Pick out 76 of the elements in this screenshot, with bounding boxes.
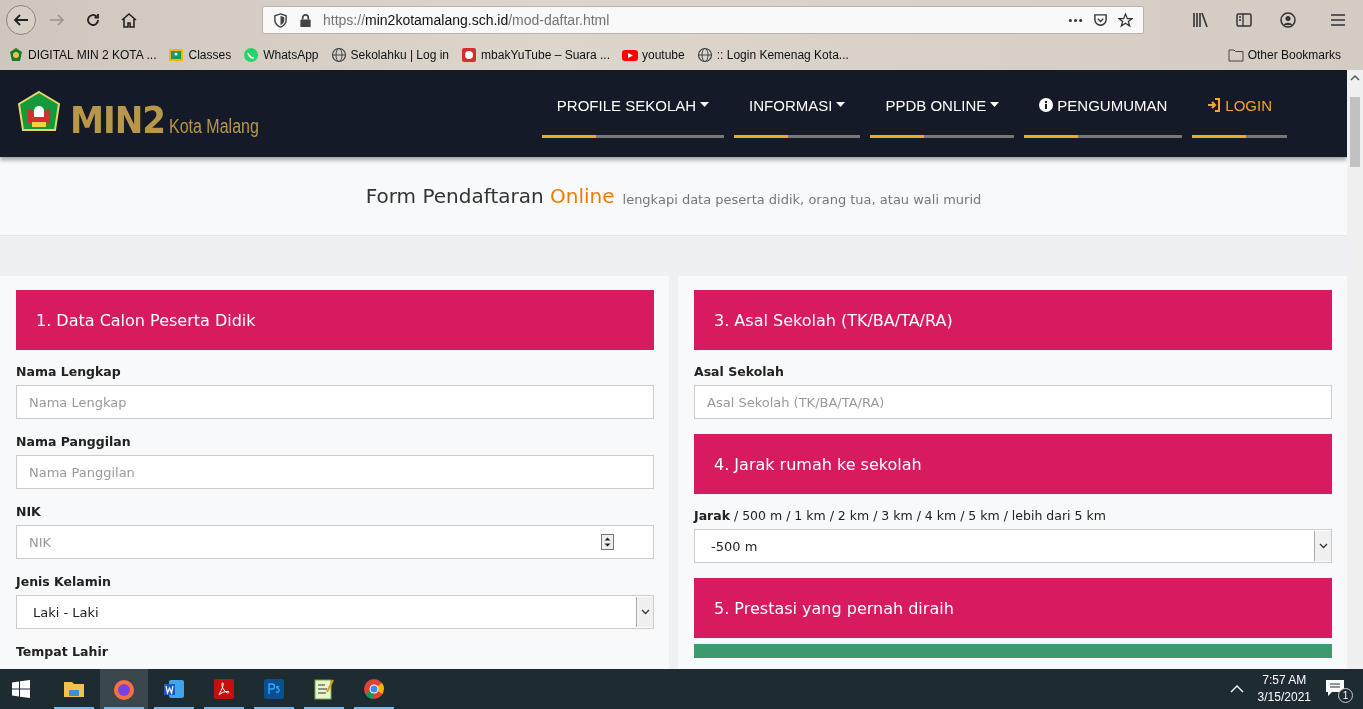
classroom-icon bbox=[168, 47, 185, 63]
text-field[interactable]: Nama Panggilan bbox=[16, 455, 654, 489]
field-label: NIK bbox=[16, 504, 42, 519]
field-label: Asal Sekolah bbox=[694, 364, 785, 379]
number-field[interactable]: NIK bbox=[16, 525, 654, 559]
chevron-up-icon[interactable] bbox=[1229, 685, 1244, 693]
sidebar-icon[interactable] bbox=[1235, 11, 1253, 29]
caret-icon bbox=[836, 102, 846, 108]
globe-icon bbox=[696, 47, 713, 63]
bookmark-item[interactable]: youtube bbox=[622, 47, 685, 63]
firefox-icon[interactable] bbox=[112, 677, 136, 701]
scroll-thumb[interactable] bbox=[1350, 97, 1360, 167]
url-text: https://min2kotamalang.sch.id/mod-daftar.html bbox=[323, 12, 611, 28]
lock-icon[interactable] bbox=[298, 12, 313, 28]
logo-text: MIN2 bbox=[70, 100, 166, 139]
globe-icon bbox=[330, 47, 347, 63]
acrobat-icon[interactable] bbox=[212, 677, 236, 701]
caret-icon bbox=[700, 102, 710, 108]
nav-link[interactable]: LOGIN bbox=[1192, 89, 1287, 138]
windows-icon bbox=[12, 680, 30, 698]
field-label: Tempat Lahir bbox=[16, 644, 109, 659]
field-label: Jenis Kelamin bbox=[16, 574, 112, 589]
chevron-down-icon bbox=[1318, 543, 1328, 549]
section-header: 3. Asal Sekolah (TK/BA/TA/RA) bbox=[694, 290, 1332, 350]
shield-icon[interactable] bbox=[273, 12, 288, 28]
avatar-icon bbox=[461, 47, 478, 63]
nav-link[interactable]: INFORMASI bbox=[734, 89, 861, 138]
bookmark-item[interactable]: DIGITAL MIN 2 KOTA ... bbox=[8, 47, 157, 63]
chevron-down-icon bbox=[640, 609, 650, 615]
star-icon[interactable] bbox=[1118, 12, 1133, 28]
bookmark-item[interactable]: WhatsApp bbox=[243, 47, 319, 63]
text-field[interactable]: Asal Sekolah (TK/BA/TA/RA) bbox=[694, 385, 1332, 419]
other-bookmarks[interactable]: Other Bookmarks bbox=[1227, 47, 1341, 63]
page-title: Form Pendaftaran Online bbox=[365, 184, 615, 208]
address-bar[interactable]: https://min2kotamalang.sch.id/mod-daftar.html bbox=[262, 6, 1144, 34]
section-header: 1. Data Calon Peserta Didik bbox=[16, 290, 654, 350]
menu-icon[interactable] bbox=[1329, 11, 1347, 29]
home-icon bbox=[120, 11, 138, 29]
chrome-icon[interactable] bbox=[362, 677, 386, 701]
notification-count: 1 bbox=[1338, 688, 1353, 703]
login-icon bbox=[1207, 98, 1222, 112]
library-icon[interactable] bbox=[1191, 11, 1209, 29]
bookmark-item[interactable]: Classes bbox=[168, 47, 232, 63]
field-label: Jarak / 500 m / 1 km / 2 km / 3 km / 4 km / 5 km / lebih dari 5 km bbox=[694, 508, 1107, 523]
reload-icon bbox=[84, 11, 102, 29]
account-icon[interactable] bbox=[1279, 11, 1297, 29]
logo-subtitle: Kota Malang bbox=[169, 114, 259, 138]
notepad-icon[interactable] bbox=[312, 677, 336, 701]
clock[interactable]: 7:57 AM 3/15/2021 bbox=[1257, 672, 1311, 706]
word-icon[interactable] bbox=[162, 677, 186, 701]
bookmark-item[interactable]: Sekolahku | Log in bbox=[330, 47, 450, 63]
bookmark-item[interactable]: mbakYuTube – Suara ... bbox=[461, 47, 610, 63]
section-header: 5. Prestasi yang pernah diraih bbox=[694, 578, 1332, 638]
field-label: Nama Panggilan bbox=[16, 434, 132, 449]
spinner-icon[interactable] bbox=[601, 534, 614, 550]
folder-icon bbox=[1227, 47, 1244, 63]
youtube-icon bbox=[622, 47, 638, 63]
scroll-up-icon[interactable] bbox=[1350, 73, 1360, 83]
nav-link[interactable]: PENGUMUMAN bbox=[1024, 89, 1183, 138]
select-field[interactable]: Laki - Laki bbox=[16, 595, 654, 629]
emblem-icon bbox=[8, 47, 24, 63]
back-button[interactable] bbox=[6, 5, 36, 35]
select-field[interactable]: -500 m bbox=[694, 529, 1332, 563]
text-field[interactable]: Nama Lengkap bbox=[16, 385, 654, 419]
section-header: 4. Jarak rumah ke sekolah bbox=[694, 434, 1332, 494]
pocket-icon[interactable] bbox=[1093, 12, 1108, 28]
caret-icon bbox=[990, 102, 1000, 108]
bookmark-item[interactable]: :: Login Kemenag Kota... bbox=[696, 47, 849, 63]
photoshop-icon[interactable] bbox=[262, 677, 286, 701]
page-subtitle: lengkapi data peserta didik, orang tua, atau wali murid bbox=[622, 191, 982, 207]
nav-link[interactable]: PROFILE SEKOLAH bbox=[541, 89, 725, 138]
field-label: Nama Lengkap bbox=[16, 364, 122, 379]
notification-icon[interactable] bbox=[1325, 679, 1345, 697]
whatsapp-icon bbox=[243, 47, 260, 63]
info-icon bbox=[1039, 98, 1054, 112]
nav-link[interactable]: PPDB ONLINE bbox=[870, 89, 1015, 138]
